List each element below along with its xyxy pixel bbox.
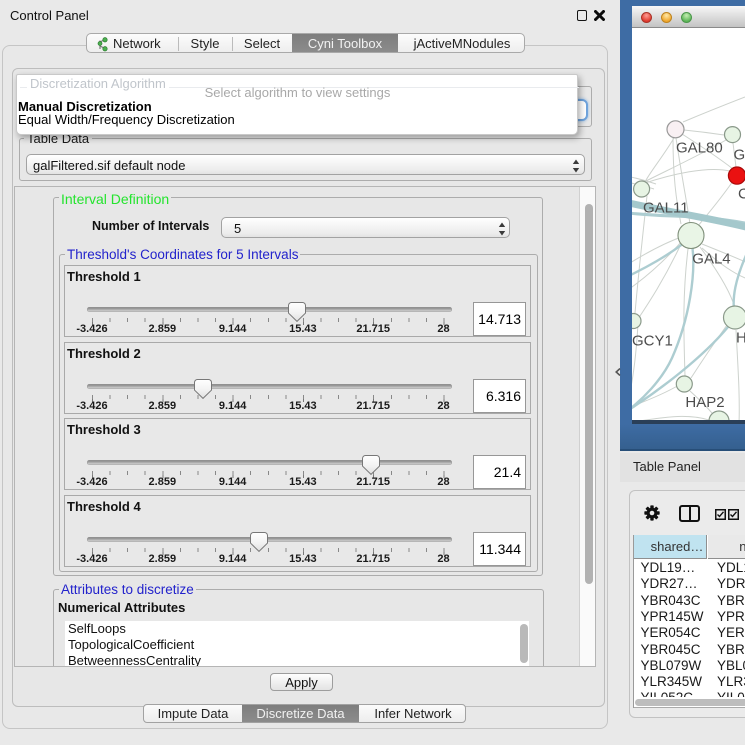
- svg-text:CY: CY: [738, 186, 745, 203]
- svg-text:HAP2: HAP2: [685, 394, 724, 411]
- svg-text:GCY1: GCY1: [632, 333, 673, 350]
- svg-text:GAL3: GAL3: [734, 147, 745, 164]
- svg-text:HIS: HIS: [736, 330, 745, 347]
- svg-text:GAL80: GAL80: [676, 140, 723, 157]
- svg-text:GAL11: GAL11: [643, 200, 689, 217]
- svg-text:GAL4: GAL4: [692, 251, 730, 268]
